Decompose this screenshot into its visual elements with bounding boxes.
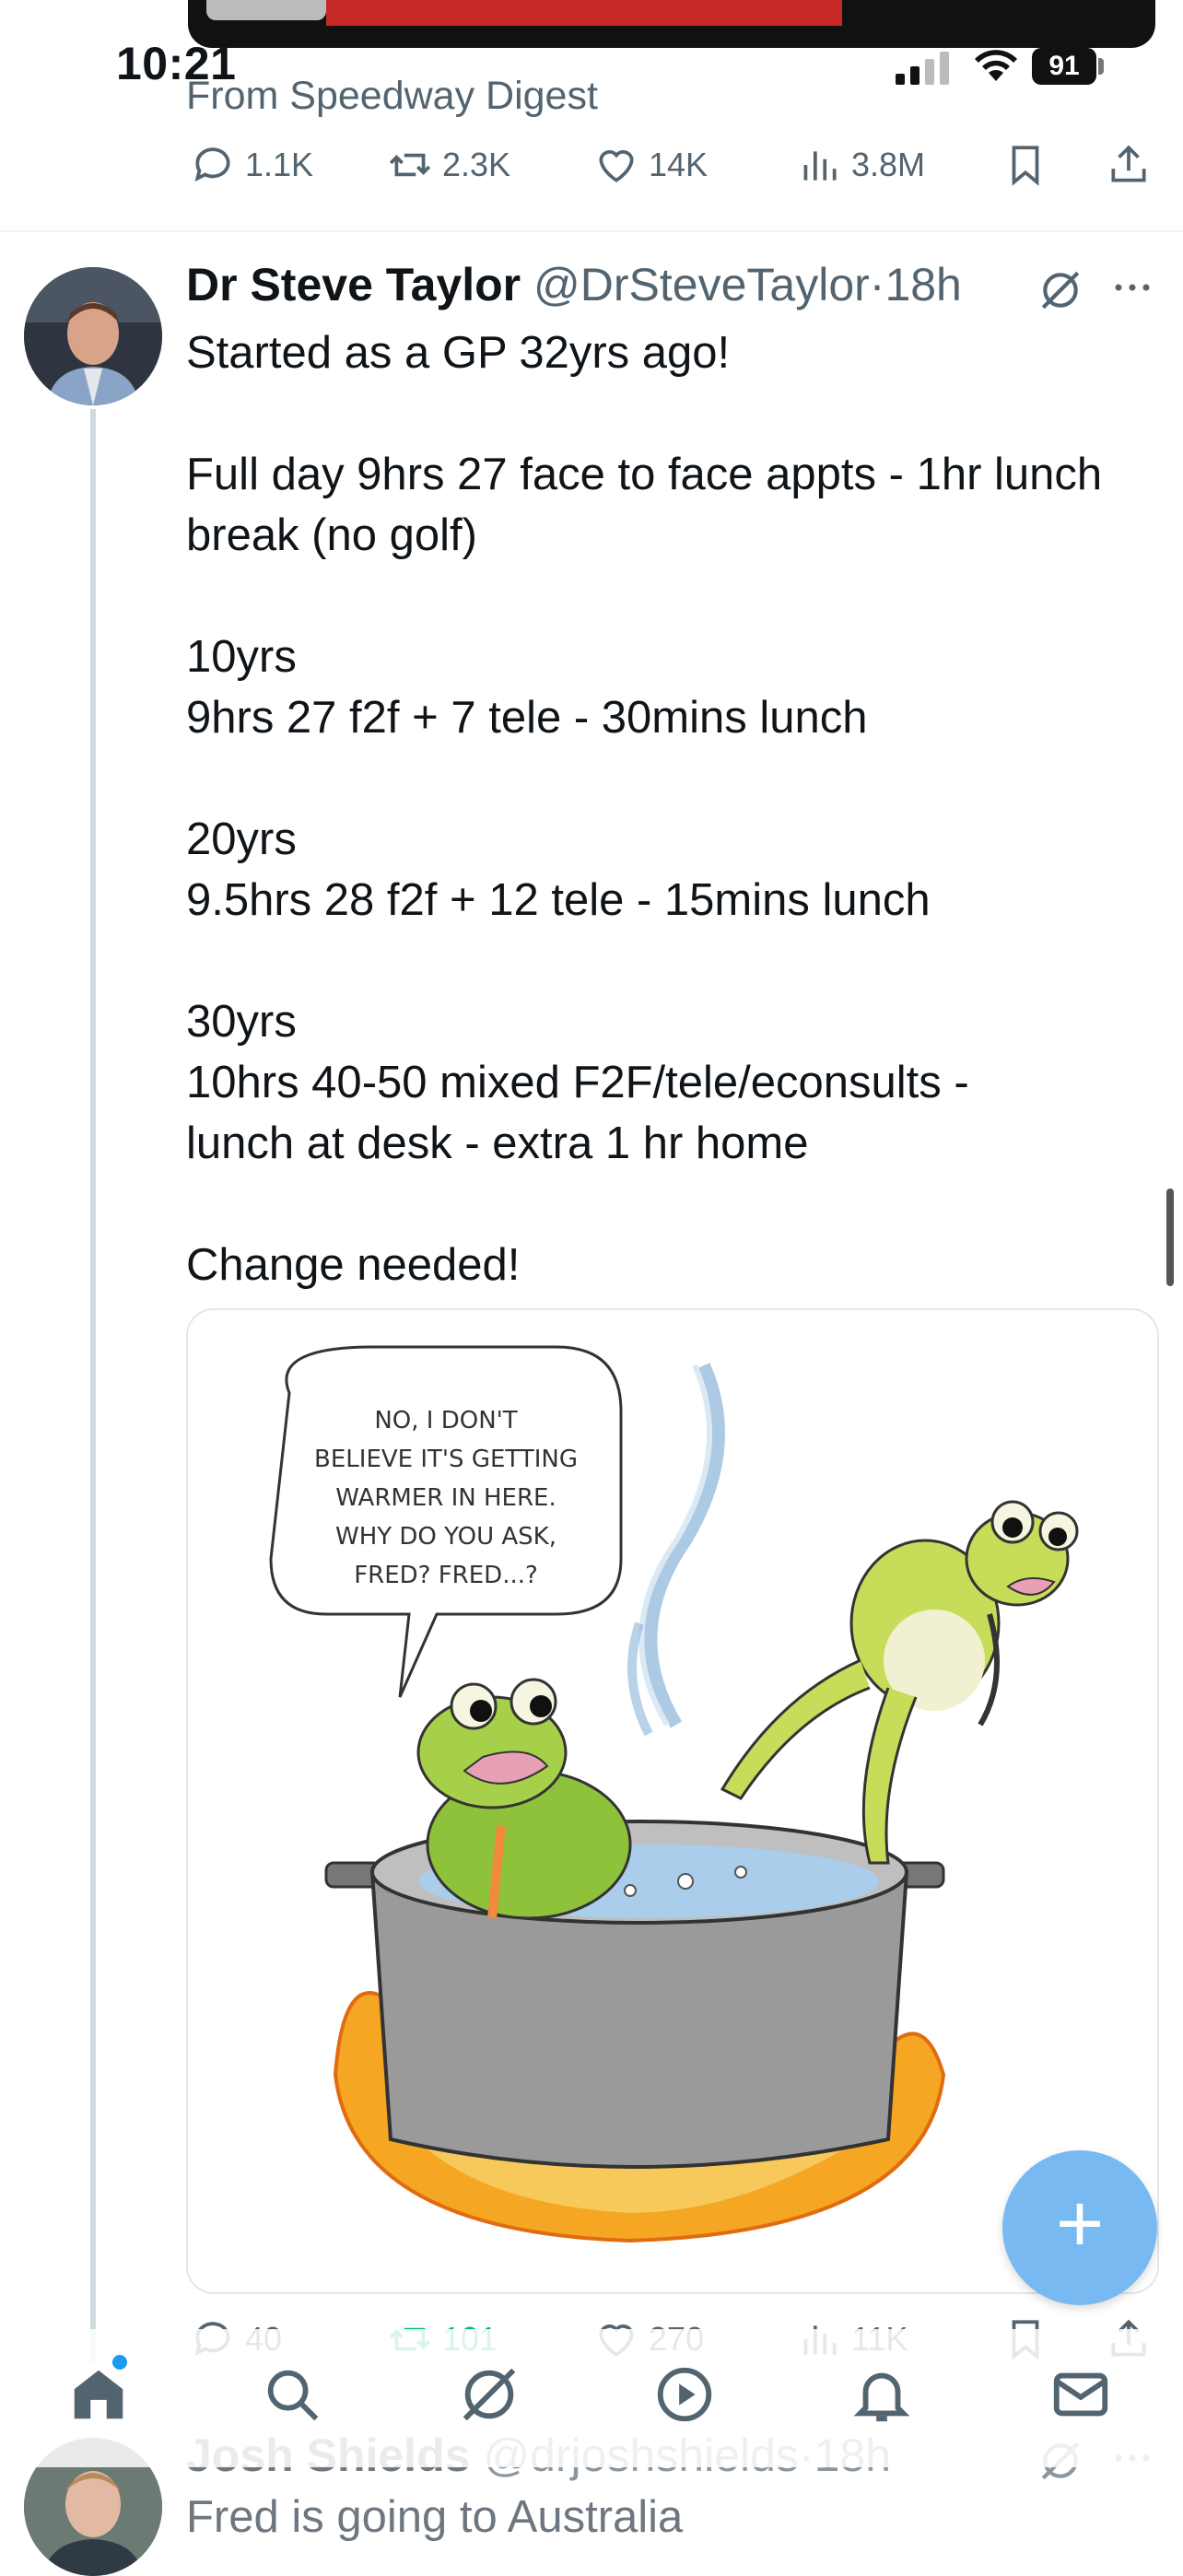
author-handle[interactable]: @DrSteveTaylor (533, 259, 870, 310)
tweet-line: 20yrs (186, 814, 297, 864)
frog-cartoon-illustration: NO, I DON'T BELIEVE IT'S GETTING WARMER … (269, 1345, 1079, 2243)
like-count: 14K (649, 146, 709, 183)
speech-line: BELIEVE IT'S GETTING (314, 1446, 578, 1473)
cellular-signal-icon (896, 52, 949, 85)
video-icon[interactable] (652, 2362, 717, 2427)
bookmark-button[interactable] (1002, 142, 1048, 188)
grok-icon[interactable] (1037, 267, 1083, 313)
bookmark-icon (1012, 146, 1039, 186)
speech-line: WHY DO YOU ASK, (335, 1523, 556, 1551)
author-name[interactable]: Dr Steve Taylor (186, 259, 521, 310)
battery-tip (1098, 58, 1104, 75)
next-tweet-text: Fred is going to Australia (186, 2492, 684, 2542)
views-icon (803, 151, 837, 181)
speech-line: FRED? FRED...? (354, 1562, 538, 1589)
tweet-line: Started as a GP 32yrs ago! (186, 328, 731, 378)
tweet-divider (0, 230, 1183, 232)
search-icon[interactable] (260, 2362, 324, 2427)
home-icon[interactable] (66, 2362, 131, 2427)
reply-button[interactable]: 1.1K (190, 142, 313, 188)
scrollbar-thumb[interactable] (1166, 1188, 1174, 1286)
messages-icon[interactable] (1048, 2362, 1113, 2427)
repost-icon (389, 153, 431, 177)
previous-tweet-media[interactable] (188, 0, 1155, 48)
share-icon (1111, 145, 1146, 182)
tweet-image[interactable]: NO, I DON'T BELIEVE IT'S GETTING WARMER … (186, 1308, 1159, 2294)
tweet-line: 10hrs 40-50 mixed F2F/tele/econsults - (186, 1058, 969, 1107)
author-avatar[interactable] (24, 267, 162, 405)
tweet-line: Full day 9hrs 27 face to face appts - 1h… (186, 450, 1103, 499)
views-button[interactable]: 3.8M (796, 142, 925, 188)
tweet-header: Dr Steve Taylor @DrSteveTaylor·18h (186, 258, 962, 311)
tweet-line: lunch at desk - extra 1 hr home (186, 1118, 809, 1168)
battery-indicator: 91 (1032, 48, 1096, 85)
tweet-time[interactable]: 18h (884, 259, 961, 310)
like-button[interactable]: 14K (593, 142, 708, 188)
tweet-line: 9.5hrs 28 f2f + 12 tele - 15mins lunch (186, 875, 931, 925)
tweet-body: Started as a GP 32yrs ago! Full day 9hrs… (186, 322, 1144, 1295)
heart-icon (599, 150, 634, 182)
tweet-line: break (no golf) (186, 510, 477, 560)
wifi-icon (975, 50, 1017, 81)
share-button[interactable] (1106, 142, 1152, 188)
reply-count: 1.1K (245, 146, 314, 183)
header-separator: · (869, 259, 885, 310)
repost-count: 2.3K (442, 146, 511, 183)
tweet-line: 9hrs 27 f2f + 7 tele - 30mins lunch (186, 693, 868, 743)
repost-button[interactable]: 2.3K (387, 142, 510, 188)
compose-button[interactable]: + (1002, 2150, 1157, 2305)
notifications-icon[interactable] (849, 2362, 914, 2427)
plus-icon: + (1055, 2178, 1105, 2270)
home-unread-dot (112, 2355, 127, 2370)
source-label[interactable]: From Speedway Digest (186, 74, 598, 119)
bottom-navigation (0, 2329, 1183, 2467)
reply-icon (194, 147, 230, 182)
thread-line (90, 409, 96, 2362)
tweet-line: 10yrs (186, 632, 297, 682)
tweet-line: Change needed! (186, 1240, 521, 1290)
view-count: 3.8M (851, 146, 926, 183)
speech-line: WARMER IN HERE. (335, 1484, 556, 1512)
tweet-line: 30yrs (186, 997, 297, 1047)
more-options-icon[interactable] (1109, 269, 1155, 306)
grok-icon[interactable] (457, 2362, 521, 2427)
speech-line: NO, I DON'T (374, 1407, 517, 1434)
